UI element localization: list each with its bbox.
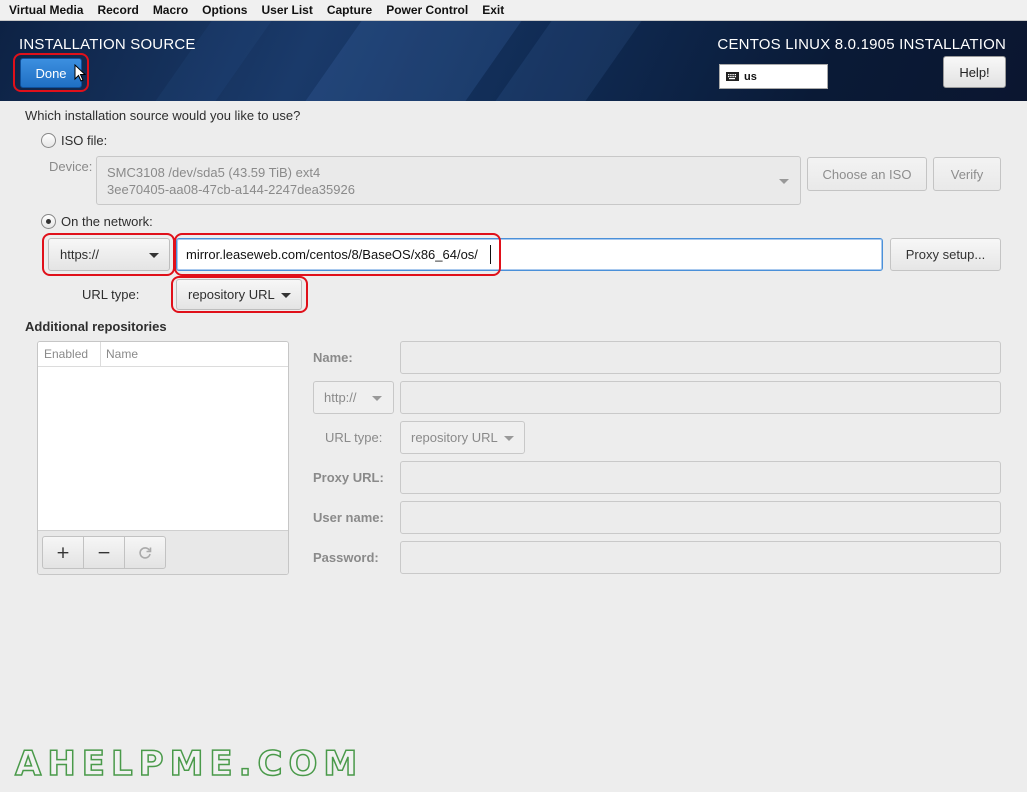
source-question: Which installation source would you like… xyxy=(25,108,301,123)
device-label: Device: xyxy=(49,159,93,174)
column-name[interactable]: Name xyxy=(106,347,138,361)
menubar: Virtual Media Record Macro Options User … xyxy=(0,0,1027,21)
highlight-url-type xyxy=(171,276,308,313)
keyboard-layout-label: us xyxy=(744,70,757,83)
repo-url-input[interactable] xyxy=(400,381,1001,414)
page-title: INSTALLATION SOURCE xyxy=(19,36,196,53)
repo-protocol-value: http:// xyxy=(324,390,357,405)
keyboard-icon xyxy=(726,72,739,81)
repo-proxy-url-label: Proxy URL: xyxy=(313,470,384,485)
menu-record[interactable]: Record xyxy=(90,3,145,17)
on-network-radio[interactable] xyxy=(41,214,56,229)
repo-proxy-url-input[interactable] xyxy=(400,461,1001,494)
on-network-label: On the network: xyxy=(61,214,153,229)
repo-url-type-label: URL type: xyxy=(325,430,383,445)
device-line-1: SMC3108 /dev/sda5 (43.59 TiB) ext4 xyxy=(107,165,321,180)
repo-protocol-combo[interactable]: http:// xyxy=(313,381,394,414)
iso-file-label: ISO file: xyxy=(61,133,108,148)
chevron-down-icon xyxy=(779,179,789,184)
repo-url-type-value: repository URL xyxy=(411,430,498,445)
remove-repository-button[interactable]: − xyxy=(83,536,125,569)
menu-power-control[interactable]: Power Control xyxy=(379,3,475,17)
chevron-down-icon xyxy=(372,396,382,401)
url-type-label: URL type: xyxy=(82,287,140,302)
chevron-down-icon xyxy=(504,436,514,441)
repository-list[interactable]: Enabled Name + − xyxy=(37,341,289,575)
add-repository-button[interactable]: + xyxy=(42,536,84,569)
repo-user-name-label: User name: xyxy=(313,510,384,525)
iso-file-radio[interactable] xyxy=(41,133,56,148)
repo-name-label: Name: xyxy=(313,350,353,365)
menu-exit[interactable]: Exit xyxy=(475,3,511,17)
header-decoration xyxy=(291,21,529,101)
proxy-setup-button[interactable]: Proxy setup... xyxy=(890,238,1001,271)
watermark: AHELPME.COM xyxy=(14,743,364,785)
menu-options[interactable]: Options xyxy=(195,3,254,17)
repo-name-input[interactable] xyxy=(400,341,1001,374)
keyboard-layout-indicator[interactable]: us xyxy=(719,64,828,89)
device-line-2: 3ee70405-aa08-47cb-a144-2247dea35926 xyxy=(107,182,355,197)
menu-macro[interactable]: Macro xyxy=(146,3,195,17)
verify-button[interactable]: Verify xyxy=(933,157,1001,191)
refresh-repository-button[interactable] xyxy=(124,536,166,569)
product-title: CENTOS LINUX 8.0.1905 INSTALLATION xyxy=(717,36,1006,53)
refresh-icon xyxy=(139,546,152,559)
menu-virtual-media[interactable]: Virtual Media xyxy=(2,3,90,17)
repo-password-label: Password: xyxy=(313,550,379,565)
repo-url-type-combo[interactable]: repository URL xyxy=(400,421,525,454)
repository-list-header: Enabled Name xyxy=(38,342,288,367)
menu-capture[interactable]: Capture xyxy=(320,3,379,17)
additional-repositories-heading: Additional repositories xyxy=(25,319,167,334)
highlight-protocol xyxy=(42,233,175,276)
device-combo[interactable]: SMC3108 /dev/sda5 (43.59 TiB) ext4 3ee70… xyxy=(96,156,801,205)
header-decoration xyxy=(141,21,279,101)
repo-password-input[interactable] xyxy=(400,541,1001,574)
help-button[interactable]: Help! xyxy=(943,56,1006,88)
column-enabled[interactable]: Enabled xyxy=(44,347,88,361)
repository-toolbar: + − xyxy=(38,530,288,574)
menu-user-list[interactable]: User List xyxy=(254,3,319,17)
highlight-url xyxy=(174,233,501,276)
choose-iso-button[interactable]: Choose an ISO xyxy=(807,157,927,191)
repo-user-name-input[interactable] xyxy=(400,501,1001,534)
highlight-done xyxy=(13,53,89,92)
header-banner: INSTALLATION SOURCE CENTOS LINUX 8.0.190… xyxy=(0,21,1027,101)
column-divider xyxy=(100,342,101,367)
